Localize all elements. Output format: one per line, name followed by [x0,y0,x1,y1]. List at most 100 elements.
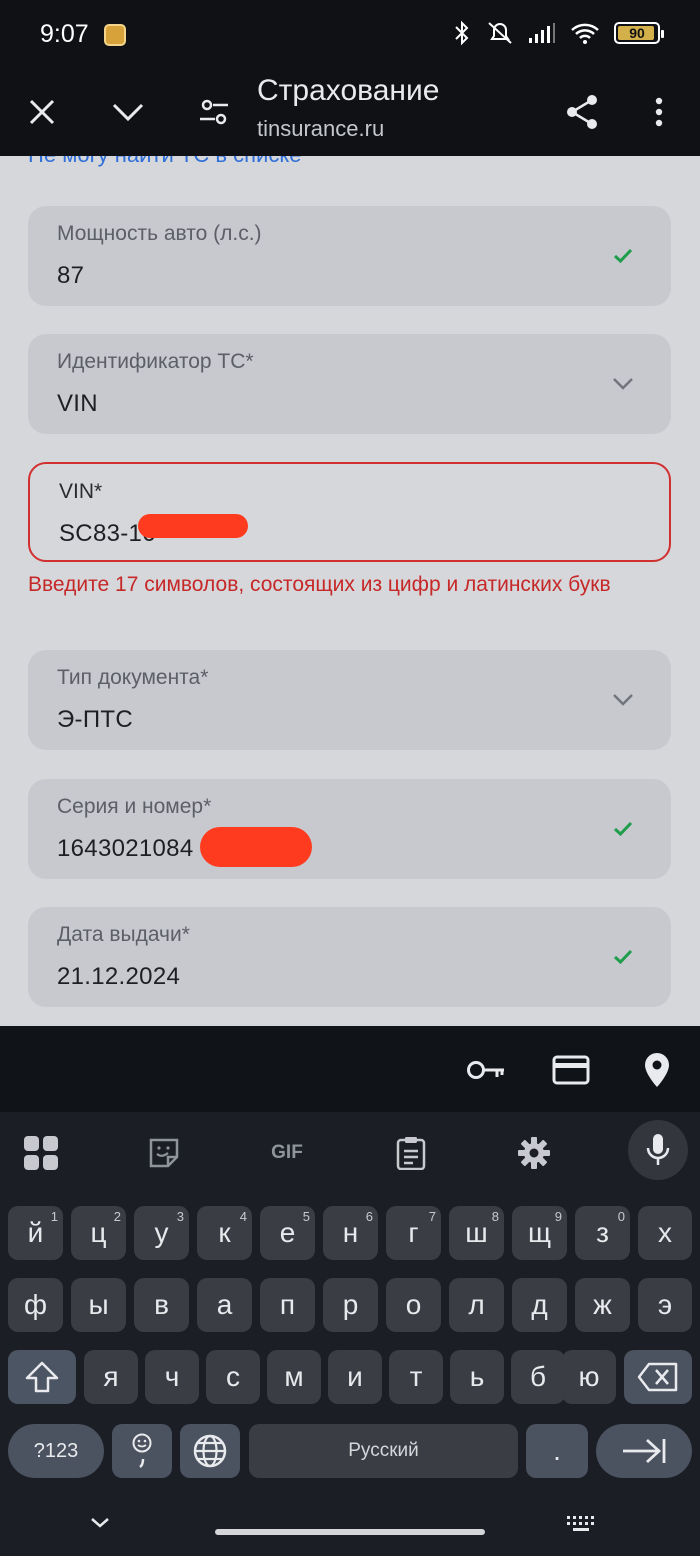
arrow-to-end-icon [623,1438,666,1464]
emoji-key[interactable] [112,1424,172,1478]
field-label: VIN* [59,480,103,503]
key[interactable]: е5 [260,1206,315,1260]
share-button[interactable] [554,84,610,140]
key[interactable]: ж [575,1278,630,1332]
clipboard-icon [396,1137,426,1170]
key[interactable]: м [267,1350,321,1404]
page-info-button[interactable] [186,84,242,140]
hide-keyboard-button[interactable] [86,1514,114,1537]
page-url[interactable]: tinsurance.ru [257,116,384,142]
issue-date-field[interactable]: Дата выдачи* 21.12.2024 [28,907,671,1007]
key[interactable]: я [84,1350,138,1404]
key[interactable]: г7 [386,1206,441,1260]
more-menu-button[interactable] [631,84,687,140]
key[interactable]: б [511,1350,565,1404]
check-icon [611,817,635,841]
notification-app-icon [104,24,126,46]
globe-icon [193,1434,227,1468]
key[interactable]: э [638,1278,692,1332]
more-vert-icon [655,97,663,127]
language-key[interactable] [180,1424,240,1478]
backspace-icon [637,1362,678,1392]
chevron-down-icon [112,103,144,122]
apps-grid-button[interactable] [16,1128,66,1178]
passwords-button[interactable] [464,1048,508,1092]
on-screen-keyboard: GIF й1 ц2 у3 к4 е5 н6 г7 ш8 щ9 з0 х ф ы … [0,1112,700,1556]
cant-find-vehicle-link[interactable]: Не могу найти ТС в списке [28,156,301,168]
signal-icon [529,23,555,43]
key[interactable]: и [328,1350,382,1404]
keyboard-toolbar: GIF [0,1112,700,1194]
field-label: Дата выдачи* [57,923,190,946]
key[interactable]: з0 [575,1206,630,1260]
vehicle-identifier-select[interactable]: Идентификатор ТС* VIN [28,334,671,434]
key[interactable]: а [197,1278,252,1332]
switch-keyboard-button[interactable] [564,1514,598,1539]
period-key[interactable]: . [526,1424,588,1478]
key[interactable]: ш8 [449,1206,504,1260]
vin-error-message: Введите 17 символов, состоящих из цифр и… [28,573,611,596]
bluetooth-icon [455,20,469,46]
backspace-key[interactable] [624,1350,692,1404]
keyboard-settings-button[interactable] [509,1128,559,1178]
series-number-field[interactable]: Серия и номер* 1643021084 [28,779,671,879]
home-gesture-bar[interactable] [215,1529,485,1535]
field-label: Серия и номер* [57,795,212,818]
field-label: Тип документа* [57,666,209,689]
key[interactable]: у3 [134,1206,189,1260]
microphone-icon [646,1134,670,1165]
key[interactable]: в [134,1278,189,1332]
close-icon [29,99,55,125]
key[interactable]: ц2 [71,1206,126,1260]
sticker-icon [149,1138,179,1168]
gif-button[interactable]: GIF [262,1128,312,1178]
key[interactable]: л [449,1278,504,1332]
shift-key[interactable] [8,1350,76,1404]
key[interactable]: ю [562,1350,616,1404]
payment-methods-button[interactable] [549,1048,593,1092]
field-value: 87 [57,262,85,289]
field-value: Э-ПТС [57,706,133,733]
addresses-button[interactable] [635,1048,679,1092]
field-label: Мощность авто (л.с.) [57,222,262,245]
close-tab-button[interactable] [14,84,70,140]
engine-power-field[interactable]: Мощность авто (л.с.) 87 [28,206,671,306]
key[interactable]: щ9 [512,1206,567,1260]
clipboard-button[interactable] [386,1128,436,1178]
next-key[interactable] [596,1424,692,1478]
minimize-button[interactable] [100,84,156,140]
key[interactable]: о [386,1278,441,1332]
key[interactable]: т [389,1350,443,1404]
wifi-icon [571,23,599,44]
clock: 9:07 [40,20,89,48]
key[interactable]: х [638,1206,692,1260]
key[interactable]: й1 [8,1206,63,1260]
location-pin-icon [645,1053,669,1087]
key[interactable]: ь [450,1350,504,1404]
key[interactable]: ч [145,1350,199,1404]
space-key[interactable]: Русский [249,1424,518,1478]
page-title: Страхование [257,74,440,107]
chevron-down-icon [611,372,635,396]
sticker-button[interactable] [139,1128,189,1178]
key[interactable]: к4 [197,1206,252,1260]
field-label: Идентификатор ТС* [57,350,254,373]
symbols-key[interactable]: ?123 [8,1424,104,1478]
key[interactable]: д [512,1278,567,1332]
key[interactable]: н6 [323,1206,378,1260]
navigation-bar [0,1504,700,1556]
key[interactable]: с [206,1350,260,1404]
shift-icon [25,1361,59,1393]
browser-toolbar: Страхование tinsurance.ru [0,70,700,156]
key[interactable]: п [260,1278,315,1332]
share-icon [567,95,597,129]
vin-input[interactable]: VIN* SC83-16 [28,462,671,562]
battery-icon: 90 [614,22,664,44]
key[interactable]: ф [8,1278,63,1332]
key[interactable]: ы [71,1278,126,1332]
document-type-select[interactable]: Тип документа* Э-ПТС [28,650,671,750]
keyboard-icon [567,1516,594,1531]
key[interactable]: р [323,1278,378,1332]
voice-input-button[interactable] [628,1120,688,1180]
redaction-mark [200,827,312,867]
